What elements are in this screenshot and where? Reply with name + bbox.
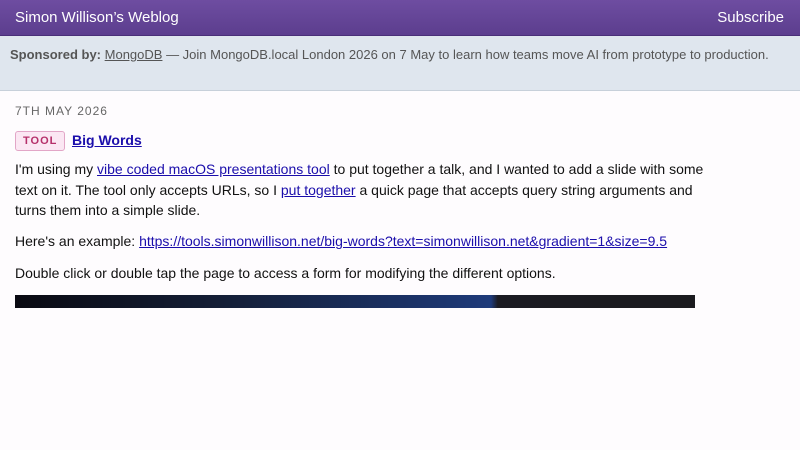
presentations-tool-link[interactable]: vibe coded macOS presentations tool bbox=[97, 161, 330, 177]
put-together-link[interactable]: put together bbox=[281, 182, 356, 198]
subscribe-link[interactable]: Subscribe bbox=[717, 9, 784, 26]
slide-preview-image bbox=[15, 295, 695, 308]
sponsor-banner: Sponsored by: MongoDB — Join MongoDB.loc… bbox=[0, 36, 800, 91]
p2-text: Here's an example: bbox=[15, 233, 140, 249]
sponsor-label: Sponsored by: bbox=[10, 47, 102, 62]
sponsor-text: Sponsored by: MongoDB — Join MongoDB.loc… bbox=[10, 45, 770, 64]
entry-paragraph-2: Here's an example: https://tools.simonwi… bbox=[15, 231, 705, 252]
entry-date[interactable]: 7TH MAY 2026 bbox=[15, 104, 108, 118]
tool-tag[interactable]: TOOL bbox=[15, 131, 66, 151]
entry-paragraph-1: I'm using my vibe coded macOS presentati… bbox=[15, 159, 705, 221]
site-title-link[interactable]: Simon Willison’s Weblog bbox=[15, 9, 179, 26]
p1-text-start: I'm using my bbox=[15, 161, 98, 177]
sponsor-name-link[interactable]: MongoDB bbox=[105, 47, 163, 62]
entry-title-link[interactable]: Big Words bbox=[72, 132, 142, 148]
sponsor-message: — Join MongoDB.local London 2026 on 7 Ma… bbox=[162, 47, 769, 62]
site-header: Simon Willison’s Weblog Subscribe bbox=[0, 0, 800, 36]
example-url-link[interactable]: https://tools.simonwillison.net/big-word… bbox=[139, 233, 667, 249]
entry-paragraph-3: Double click or double tap the page to a… bbox=[15, 265, 556, 281]
